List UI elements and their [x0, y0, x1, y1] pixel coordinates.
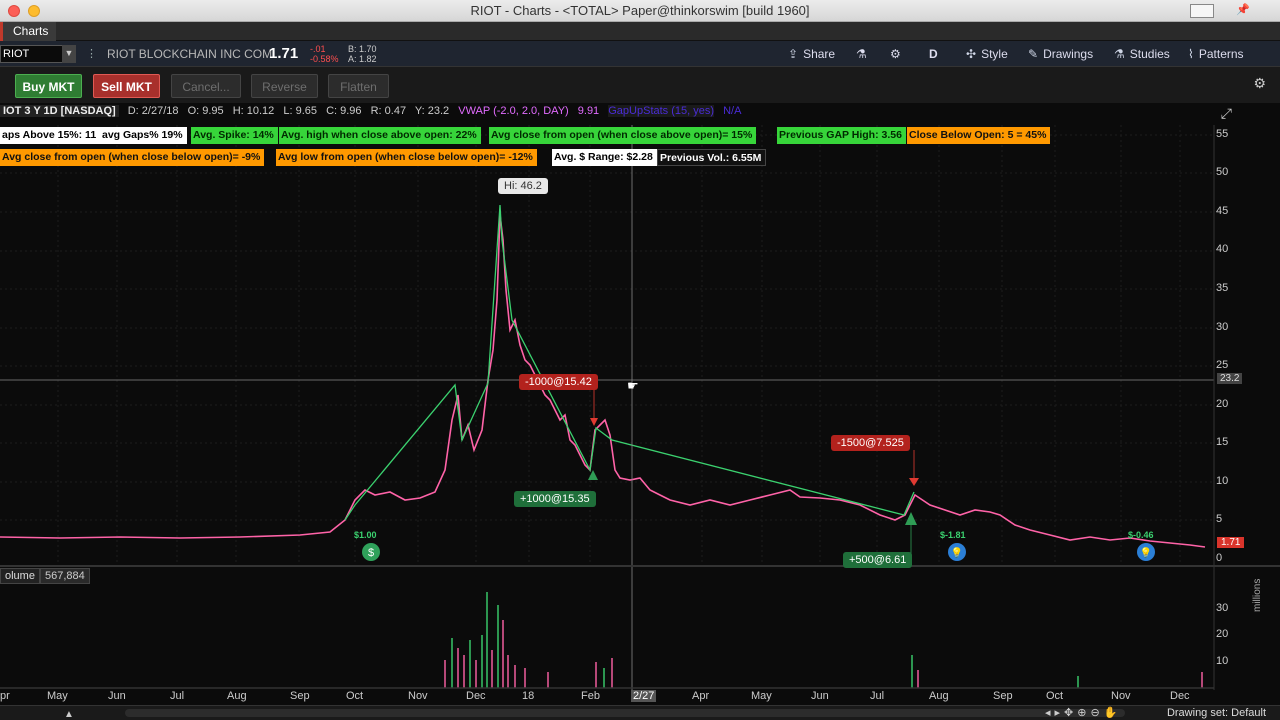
price-tick: 25: [1216, 359, 1229, 371]
scroll-left-icon[interactable]: ◂▸: [1045, 707, 1064, 719]
price-tick: 50: [1216, 166, 1229, 178]
bulb-icon: 💡: [951, 546, 963, 559]
price-series-up-segments: [344, 204, 915, 521]
stat-gaps-above: aps Above 15%: 11: [0, 127, 101, 144]
drawing-set-label[interactable]: Drawing set: Default: [1167, 707, 1266, 719]
chart-period[interactable]: IOT 3 Y 1D [NASDAQ]: [0, 105, 119, 117]
price-tick: 35: [1216, 282, 1229, 294]
vwap-label[interactable]: VWAP (-2.0, 2.0, DAY): [458, 105, 568, 117]
time-tick: Aug: [227, 690, 247, 702]
price-tick: 5: [1216, 513, 1223, 525]
buy-order-label-1[interactable]: +1000@15.35: [514, 491, 596, 507]
zoom-controls[interactable]: ◂▸✥⊕⊖✋: [1045, 706, 1121, 719]
info-close: C: 9.96: [326, 105, 362, 117]
stat-avg-range: Avg. $ Range: $2.28: [552, 149, 657, 166]
price-tick: 30: [1216, 321, 1229, 333]
zoom-out-icon[interactable]: ⊖: [1090, 707, 1103, 719]
volume-tick: 10: [1216, 655, 1229, 667]
hi-label: Hi: 46.2: [498, 178, 548, 194]
buy-order-label-2[interactable]: +500@6.61: [843, 552, 913, 568]
stat-prev-vol: Previous Vol.: 6.55M: [657, 149, 767, 166]
time-tick: Nov: [408, 690, 428, 702]
volume-label[interactable]: olume 567,884: [0, 568, 90, 586]
volume-tick: 20: [1216, 628, 1229, 640]
expand-chart-icon[interactable]: ⤢: [1221, 105, 1232, 122]
time-tick: pr: [0, 690, 10, 702]
stat-close-below-open: Close Below Open: 5 = 45%: [907, 127, 1051, 144]
time-tick: Aug: [929, 690, 949, 702]
price-tick: 45: [1216, 205, 1229, 217]
stat-prev-gap-high: Previous GAP High: 3.56: [777, 127, 906, 144]
time-tick: Jul: [870, 690, 885, 702]
info-low: L: 9.65: [283, 105, 317, 117]
time-tick: Oct: [1046, 690, 1064, 702]
time-tick: Dec: [1170, 690, 1190, 702]
grid: [0, 125, 1214, 565]
time-tick: Nov: [1111, 690, 1131, 702]
gapup-na: N/A: [723, 105, 742, 117]
time-tick: Jun: [811, 690, 829, 702]
time-tick: Feb: [581, 690, 600, 702]
volume-tick: 30: [1216, 602, 1229, 614]
zoom-in-icon[interactable]: ⊕: [1077, 707, 1090, 719]
info-y: Y: 23.2: [414, 105, 450, 117]
stat-avg-close-below: Avg close from open (when close below op…: [0, 149, 265, 166]
dividend-value: $1.00: [354, 530, 377, 540]
horizontal-scrollbar[interactable]: [125, 709, 1125, 717]
volume-value: 567,884: [39, 568, 90, 584]
time-tick: Dec: [466, 690, 486, 702]
move-icon[interactable]: ✥: [1064, 707, 1077, 719]
stat-avg-low: Avg low from open (when close below open…: [276, 149, 537, 166]
last-price-tag: 1.71: [1217, 537, 1245, 548]
time-tick: Apr: [692, 690, 710, 702]
bulb-icon: 💡: [1140, 546, 1152, 559]
hand-icon[interactable]: ✋: [1104, 707, 1122, 719]
info-open: O: 9.95: [187, 105, 224, 117]
buy-arrow-2: [905, 512, 917, 525]
sell-order-label-1[interactable]: -1000@15.42: [519, 374, 598, 390]
hand-cursor-icon: ☛: [627, 378, 639, 393]
time-tick: Sep: [993, 690, 1013, 702]
dollar-icon: $: [368, 547, 374, 559]
sell-order-label-2[interactable]: -1500@7.525: [831, 435, 910, 451]
info-range: R: 0.47: [370, 105, 407, 117]
volume-title: olume: [0, 568, 40, 584]
stat-avg-gaps: avg Gaps% 19%: [100, 127, 187, 144]
stat-avg-high: Avg. high when close above open: 22%: [279, 127, 481, 144]
price-tick: 0: [1216, 552, 1223, 564]
vwap-value: 9.91: [577, 105, 600, 117]
time-tick: Jun: [108, 690, 126, 702]
info-high: H: 10.12: [232, 105, 275, 117]
price-tick: 40: [1216, 243, 1229, 255]
time-tick: Jul: [170, 690, 185, 702]
chart-info-line: IOT 3 Y 1D [NASDAQ] D: 2/27/18 O: 9.95 H…: [0, 105, 747, 121]
stat-avg-spike: Avg. Spike: 14%: [191, 127, 278, 144]
earnings-value-2: $-0.46: [1128, 530, 1154, 540]
stat-avg-close-above: Avg close from open (when close above op…: [489, 127, 757, 144]
volume-unit: millions: [1252, 578, 1263, 612]
time-tick: Sep: [290, 690, 310, 702]
scroll-arrow-icon[interactable]: ▲: [64, 709, 74, 720]
sell-arrow-1: [590, 418, 598, 426]
time-tick: 18: [522, 690, 535, 702]
cursor-price-tag: 23.2: [1217, 373, 1243, 384]
price-series-line: [0, 214, 1206, 548]
time-axis[interactable]: pr May Jun Jul Aug Sep Oct Nov Dec 18 Fe…: [0, 690, 1214, 704]
time-cursor-tag: 2/27: [631, 690, 657, 702]
time-tick: May: [47, 690, 68, 702]
info-date: D: 2/27/18: [127, 105, 179, 117]
time-tick: May: [751, 690, 772, 702]
volume-bars: [0, 592, 1214, 689]
price-tick: 55: [1216, 128, 1229, 140]
price-tick: 20: [1216, 398, 1229, 410]
gapup-label[interactable]: GapUpStats (15, yes): [608, 105, 715, 117]
time-tick: Oct: [346, 690, 364, 702]
price-tick: 10: [1216, 475, 1229, 487]
earnings-value-1: $-1.81: [940, 530, 966, 540]
price-tick: 15: [1216, 436, 1229, 448]
